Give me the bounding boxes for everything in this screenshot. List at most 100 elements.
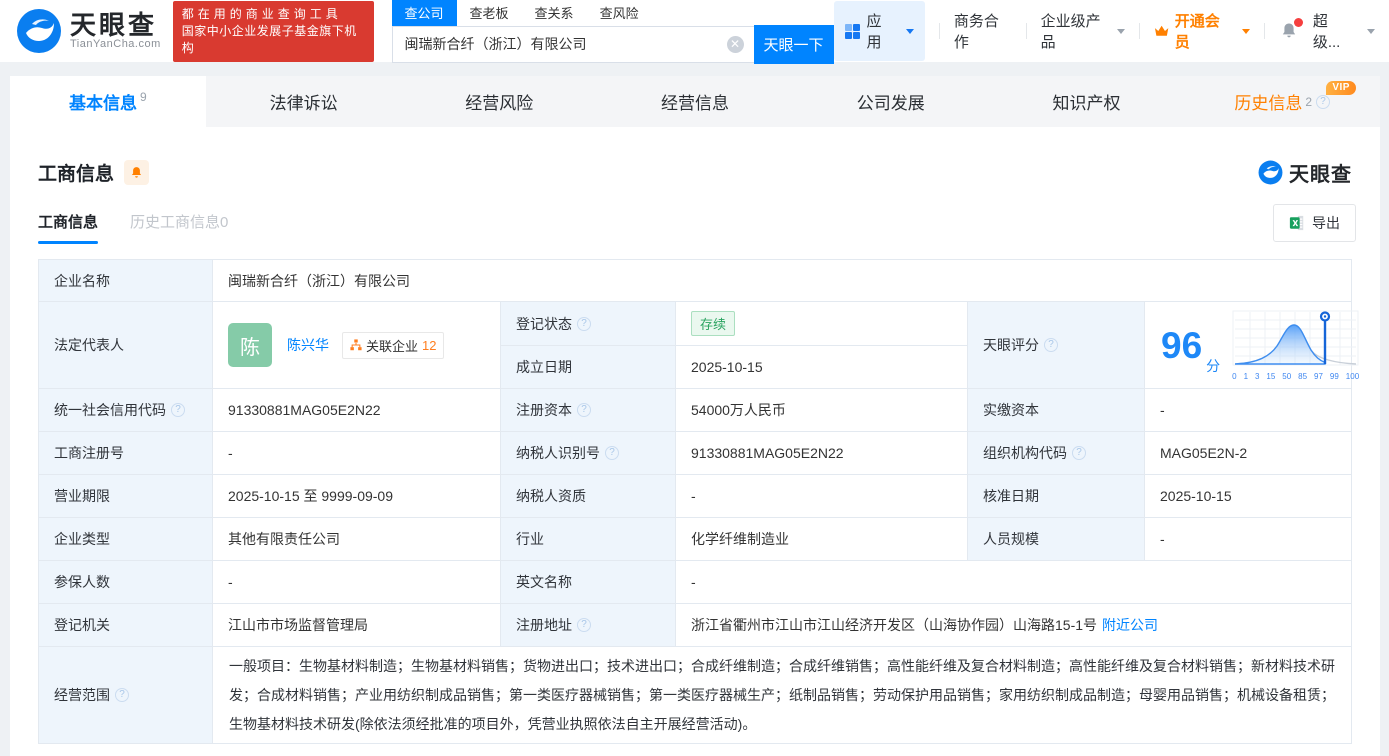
- score-distribution-chart[interactable]: 0131550859799100: [1232, 310, 1359, 381]
- field-label-english-name: 英文名称: [501, 561, 676, 604]
- top-header: 天眼查 TianYanCha.com 都在用的商业查询工具 国家中小企业发展子基…: [0, 0, 1389, 62]
- slogan-line2: 国家中小企业发展子基金旗下机构: [182, 23, 365, 57]
- field-value-registered-capital: 54000万人民币: [676, 389, 968, 432]
- tab-label: 公司发展: [857, 89, 925, 114]
- apps-menu[interactable]: 应用: [834, 1, 925, 61]
- watermark-logo: 天眼查: [1258, 158, 1352, 187]
- field-label-legal-representative: 法定代表人: [39, 302, 213, 389]
- search-tab-company[interactable]: 查公司: [392, 0, 457, 26]
- field-label-staff-size: 人员规模: [968, 518, 1145, 561]
- tab-company-development[interactable]: 公司发展: [793, 76, 989, 127]
- search-button[interactable]: 天眼一下: [754, 25, 834, 64]
- tab-business-info[interactable]: 经营信息: [597, 76, 793, 127]
- search-area: 查公司 查老板 查关系 查风险 ✕ 天眼一下: [392, 0, 834, 64]
- business-info-panel: 工商信息 天眼查 工商信息 历史工商信息0 导出: [10, 127, 1380, 756]
- field-label-company-name: 企业名称: [39, 260, 213, 302]
- help-icon[interactable]: [577, 403, 591, 417]
- help-icon[interactable]: [605, 446, 619, 460]
- score-value: 96: [1161, 327, 1202, 364]
- search-tab-boss[interactable]: 查老板: [457, 0, 522, 26]
- help-icon[interactable]: [577, 317, 591, 331]
- slogan-banner: 都在用的商业查询工具 国家中小企业发展子基金旗下机构: [173, 1, 374, 62]
- export-label: 导出: [1312, 213, 1340, 233]
- related-label: 关联企业: [366, 336, 418, 355]
- nav-enterprise-products[interactable]: 企业级产品: [1041, 10, 1126, 52]
- field-value-taxpayer-id: 91330881MAG05E2N22: [676, 432, 968, 475]
- nearby-companies-link[interactable]: 附近公司: [1102, 615, 1158, 635]
- tab-basic-info[interactable]: 基本信息 9: [10, 76, 206, 127]
- field-label-registered-address: 注册地址: [501, 604, 676, 647]
- brand-domain: TianYanCha.com: [70, 38, 161, 50]
- subscribe-bell-button[interactable]: [124, 160, 149, 185]
- tab-label: 历史信息: [1234, 89, 1302, 114]
- field-label-paid-capital: 实缴资本: [968, 389, 1145, 432]
- tab-count: 9: [140, 90, 147, 104]
- field-label-taxpayer-id: 纳税人识别号: [501, 432, 676, 475]
- label-text: 注册地址: [516, 615, 572, 635]
- tab-legal-litigation[interactable]: 法律诉讼: [206, 76, 402, 127]
- tab-operational-risk[interactable]: 经营风险: [401, 76, 597, 127]
- subtab-history-info[interactable]: 历史工商信息0: [130, 211, 228, 244]
- account-menu[interactable]: 超级...: [1313, 10, 1375, 52]
- field-value-company-name: 闽瑞新合纤（浙江）有限公司: [213, 260, 1351, 302]
- label-text: 组织机构代码: [983, 443, 1067, 463]
- export-button[interactable]: 导出: [1273, 204, 1356, 242]
- help-icon[interactable]: [1316, 95, 1330, 109]
- apps-grid-icon: [845, 24, 860, 39]
- field-value-tianyan-score: 96 分: [1145, 302, 1351, 389]
- help-icon[interactable]: [115, 688, 129, 702]
- field-value-establish-date: 2025-10-15: [676, 346, 968, 389]
- business-registration-table: 企业名称 闽瑞新合纤（浙江）有限公司 法定代表人 陈 陈兴华 关联企业 12 登…: [38, 259, 1352, 744]
- label-text: 统一社会信用代码: [54, 400, 166, 420]
- clear-icon[interactable]: ✕: [727, 36, 744, 53]
- tab-label: 经营信息: [661, 89, 729, 114]
- label-text: 纳税人识别号: [516, 443, 600, 463]
- address-text: 浙江省衢州市江山市江山经济开发区（山海协作园）山海路15-1号: [691, 615, 1097, 635]
- help-icon[interactable]: [1044, 338, 1058, 352]
- search-tab-relation[interactable]: 查关系: [522, 0, 587, 26]
- field-label-credit-code: 统一社会信用代码: [39, 389, 213, 432]
- divider: [1026, 23, 1027, 39]
- search-tab-risk[interactable]: 查风险: [587, 0, 652, 26]
- tab-label: 知识产权: [1052, 89, 1120, 114]
- tab-count: 2: [1305, 95, 1312, 109]
- subtab-current-info[interactable]: 工商信息: [38, 211, 98, 244]
- label-text: 注册资本: [516, 400, 572, 420]
- field-value-insured-count: -: [213, 561, 501, 604]
- tab-label: 基本信息: [69, 89, 137, 114]
- open-vip-button[interactable]: 开通会员: [1154, 10, 1249, 52]
- field-value-credit-code: 91330881MAG05E2N22: [213, 389, 501, 432]
- field-label-business-term: 营业期限: [39, 475, 213, 518]
- avatar[interactable]: 陈: [228, 323, 272, 367]
- section-title: 工商信息: [38, 159, 114, 186]
- caret-down-icon: [906, 29, 914, 34]
- field-value-registered-address: 浙江省衢州市江山市江山经济开发区（山海协作园）山海路15-1号 附近公司: [676, 604, 1351, 647]
- field-value-business-scope: 一般项目：生物基材料制造；生物基材料销售；货物进出口；技术进出口；合成纤维制造；…: [213, 647, 1351, 743]
- divider: [939, 23, 940, 39]
- legal-representative-link[interactable]: 陈兴华: [287, 335, 329, 355]
- field-label-taxpayer-quality: 纳税人资质: [501, 475, 676, 518]
- tab-history-info[interactable]: VIP 历史信息 2: [1184, 76, 1380, 127]
- tab-intellectual-property[interactable]: 知识产权: [989, 76, 1185, 127]
- search-tabs: 查公司 查老板 查关系 查风险: [392, 0, 834, 26]
- help-icon[interactable]: [577, 618, 591, 632]
- help-icon[interactable]: [1072, 446, 1086, 460]
- excel-icon: [1289, 215, 1305, 231]
- org-chart-icon: [350, 339, 362, 351]
- field-value-registration-number: -: [213, 432, 501, 475]
- field-value-business-term: 2025-10-15 至 9999-09-09: [213, 475, 501, 518]
- vip-badge: VIP: [1326, 81, 1356, 95]
- field-label-approval-date: 核准日期: [968, 475, 1145, 518]
- related-companies-badge[interactable]: 关联企业 12: [342, 332, 444, 359]
- search-input[interactable]: [392, 26, 754, 63]
- tianyancha-logo[interactable]: 天眼查 TianYanCha.com: [16, 8, 161, 54]
- field-value-registration-authority: 江山市市场监督管理局: [213, 604, 501, 647]
- notification-bell[interactable]: [1279, 21, 1299, 41]
- caret-down-icon: [1367, 29, 1375, 34]
- label-text: 天眼评分: [983, 335, 1039, 355]
- account-label: 超级...: [1313, 10, 1353, 52]
- field-value-paid-capital: -: [1145, 389, 1351, 432]
- help-icon[interactable]: [171, 403, 185, 417]
- nav-business-cooperation[interactable]: 商务合作: [954, 10, 1012, 52]
- brand-name: 天眼查: [70, 12, 161, 38]
